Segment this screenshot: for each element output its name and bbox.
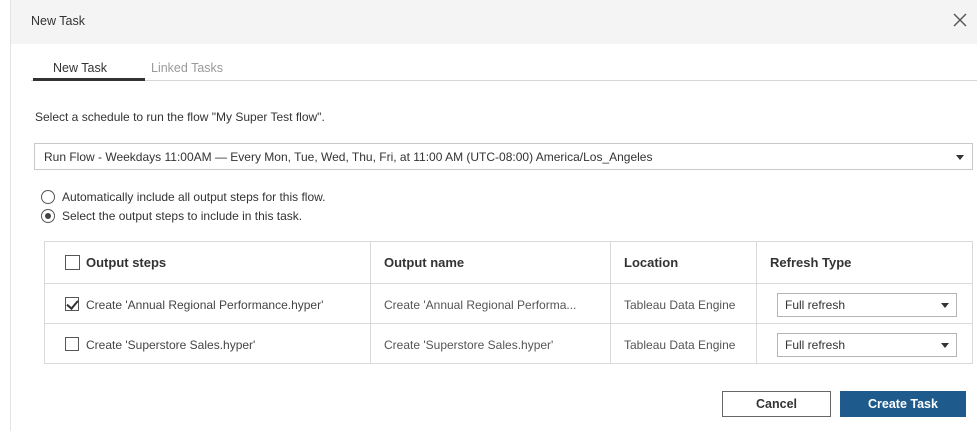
cell-output-name: Create 'Annual Regional Performa... [370,284,610,323]
new-task-dialog: New Task New Task Linked Tasks Select a … [10,0,977,431]
schedule-instruction: Select a schedule to run the flow "My Su… [35,110,325,124]
close-icon [953,13,967,27]
column-header: Output name [384,255,465,270]
cell-output-step: Create 'Annual Regional Performance.hype… [45,284,370,323]
output-step-text: Create 'Superstore Sales.hyper' [86,338,256,352]
cell-output-step: Create 'Superstore Sales.hyper' [45,324,370,364]
refresh-type-dropdown[interactable]: Full refresh [777,293,957,317]
header-cell-refresh-type: Refresh Type [756,242,972,283]
dialog-title: New Task [31,14,85,28]
refresh-type-value: Full refresh [785,338,846,352]
active-tab-indicator [33,78,145,81]
radio-label: Select the output steps to include in th… [62,209,303,223]
radio-label: Automatically include all output steps f… [62,190,326,204]
cancel-button[interactable]: Cancel [722,391,831,417]
output-name-text: Create 'Annual Regional Performa... [384,298,577,312]
radio-button[interactable] [41,209,55,223]
chevron-down-icon [941,303,949,308]
table-row: Create 'Annual Regional Performance.hype… [45,284,972,324]
tab-new-task[interactable]: New Task [53,61,107,75]
table-header-row: Output steps Output name Location Refres… [45,242,972,284]
close-button[interactable] [953,13,973,33]
radio-button[interactable] [41,190,55,204]
column-header: Refresh Type [770,255,852,270]
cell-refresh-type: Full refresh [756,284,972,323]
output-step-text: Create 'Annual Regional Performance.hype… [86,298,324,312]
header-cell-output-name: Output name [370,242,610,283]
schedule-dropdown[interactable]: Run Flow - Weekdays 11:00AM — Every Mon,… [34,143,973,170]
row-checkbox[interactable] [65,337,79,351]
chevron-down-icon [941,343,949,348]
header-cell-location: Location [610,242,756,283]
location-text: Tableau Data Engine [624,338,736,352]
tab-bar: New Task Linked Tasks [11,56,977,82]
table-row: Create 'Superstore Sales.hyper' Create '… [45,324,972,364]
output-name-text: Create 'Superstore Sales.hyper' [384,338,554,352]
location-text: Tableau Data Engine [624,298,736,312]
cell-refresh-type: Full refresh [756,324,972,364]
chevron-down-icon [956,155,964,160]
dialog-header: New Task [11,0,977,44]
tab-divider [31,80,977,81]
output-steps-table: Output steps Output name Location Refres… [44,241,973,364]
refresh-type-dropdown[interactable]: Full refresh [777,333,957,357]
cell-location: Tableau Data Engine [610,324,756,364]
column-header: Location [624,255,679,270]
schedule-selected-value: Run Flow - Weekdays 11:00AM — Every Mon,… [44,150,653,164]
create-task-button[interactable]: Create Task [840,391,966,417]
select-all-checkbox[interactable] [65,255,80,270]
header-cell-output-steps: Output steps [45,242,370,283]
column-header: Output steps [86,255,167,270]
refresh-type-value: Full refresh [785,298,846,312]
row-checkbox[interactable] [65,297,79,311]
cell-location: Tableau Data Engine [610,284,756,323]
tab-linked-tasks[interactable]: Linked Tasks [151,61,223,75]
cell-output-name: Create 'Superstore Sales.hyper' [370,324,610,364]
